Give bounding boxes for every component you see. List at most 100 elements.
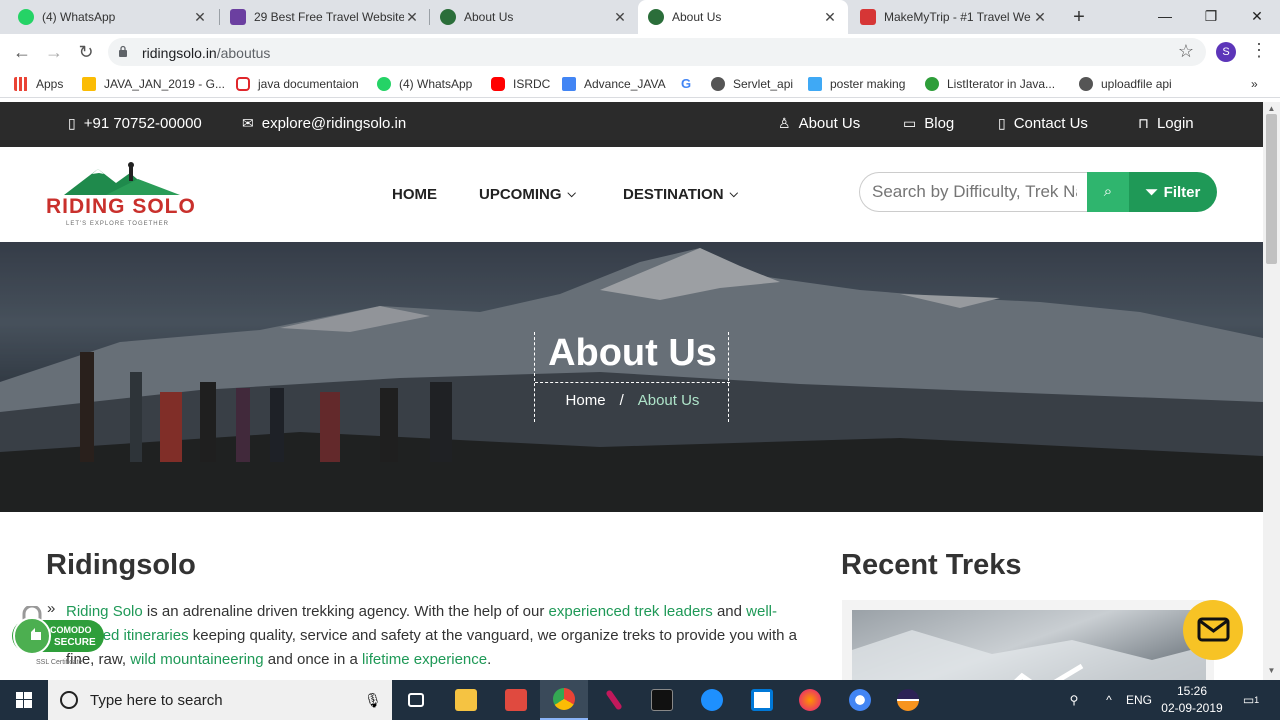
phone-contact[interactable]: ▯ +91 70752-00000 — [68, 115, 202, 132]
action-center-button[interactable]: ▭ 1 — [1236, 680, 1266, 720]
scroll-thumb[interactable] — [1266, 114, 1277, 264]
close-icon[interactable]: ✕ — [1032, 9, 1048, 26]
new-tab-button[interactable]: + — [1068, 6, 1090, 28]
comodo-brand: COMODO — [50, 625, 92, 635]
bookmark-java-jan[interactable]: JAVA_JAN_2019 - G... — [82, 76, 225, 92]
notification-count: 1 — [1254, 695, 1260, 705]
scroll-up-arrow-icon[interactable]: ▲ — [1263, 104, 1280, 113]
logo-tagline: LET'S EXPLORE TOGETHER — [66, 221, 169, 227]
tab-makemytrip[interactable]: MakeMyTrip - #1 Travel We ✕ — [850, 0, 1058, 34]
tab-about-us-1[interactable]: About Us ✕ — [430, 0, 638, 34]
minimize-button[interactable]: — — [1142, 0, 1188, 34]
bookmark-apps[interactable]: Apps — [14, 76, 63, 92]
link-lifetime-experience[interactable]: lifetime experience — [362, 651, 487, 668]
bookmark-star-icon[interactable]: ☆ — [1178, 41, 1194, 62]
store-bag-icon — [751, 689, 773, 711]
bookmark-google[interactable]: G — [679, 76, 701, 92]
people-icon[interactable]: ⚲ — [1062, 680, 1086, 720]
tab-whatsapp[interactable]: (4) WhatsApp ✕ — [8, 0, 218, 34]
url-path: /aboutus — [216, 45, 271, 61]
forward-button[interactable]: → — [42, 40, 66, 64]
restore-button[interactable]: ❐ — [1188, 0, 1234, 34]
chevron-up-icon[interactable]: ^ — [1098, 680, 1120, 720]
page-scrollbar[interactable]: ▲ ▼ — [1263, 102, 1280, 680]
bookmark-java-doc[interactable]: java documentaion — [236, 76, 359, 92]
bookmark-servlet[interactable]: Servlet_api — [711, 76, 793, 92]
web-page: ▯ +91 70752-00000 ✉ explore@ridingsolo.i… — [0, 102, 1263, 680]
scroll-down-arrow-icon[interactable]: ▼ — [1263, 666, 1280, 675]
taskbar-app-pen[interactable] — [590, 680, 638, 720]
chevron-down-icon: ⌵ — [567, 188, 576, 200]
close-icon[interactable]: ✕ — [612, 9, 628, 26]
search-button[interactable]: ⌕ — [1087, 172, 1129, 212]
browser-menu-icon[interactable]: ⋮ — [1250, 40, 1268, 61]
chromium-button[interactable] — [836, 680, 884, 720]
bookmark-isrdc[interactable]: ISRDC — [491, 76, 550, 92]
bookmark-uploadfile[interactable]: uploadfile api — [1079, 76, 1172, 92]
email-contact[interactable]: ✉ explore@ridingsolo.in — [242, 115, 406, 132]
bookmark-advance-java[interactable]: Advance_JAVA — [562, 76, 666, 92]
comodo-ssl-badge[interactable]: SSL Certificate COMODO SECURE — [12, 604, 108, 674]
tab-colorlib[interactable]: 29 Best Free Travel Website ✕ — [220, 0, 430, 34]
para-text: and — [712, 603, 747, 620]
terminal-icon — [651, 689, 673, 711]
task-view-button[interactable] — [392, 680, 440, 720]
file-explorer-button[interactable] — [442, 680, 490, 720]
ridingsolo-icon — [440, 9, 456, 25]
bookmarks-overflow-icon[interactable]: » — [1251, 76, 1258, 92]
ie-button[interactable] — [688, 680, 736, 720]
topbar-contact-link[interactable]: ▯ Contact Us — [998, 115, 1088, 132]
language-indicator[interactable]: ENG — [1124, 680, 1154, 720]
store-button[interactable] — [738, 680, 786, 720]
chrome-taskbar-button[interactable] — [540, 680, 588, 720]
user-icon: ♙ — [778, 115, 791, 131]
tab-title: About Us — [464, 10, 514, 24]
tab-about-us-active[interactable]: About Us ✕ — [638, 0, 848, 34]
site-logo[interactable]: RIDING SOLO LET'S EXPLORE TOGETHER — [46, 161, 198, 229]
site-topbar: ▯ +91 70752-00000 ✉ explore@ridingsolo.i… — [0, 102, 1263, 147]
bookmark-poster[interactable]: poster making — [808, 76, 905, 92]
trek-search-input[interactable] — [859, 172, 1089, 212]
microphone-icon[interactable]: 🎙 — [364, 692, 382, 709]
topbar-about-link[interactable]: ♙ About Us — [778, 115, 860, 132]
terminal-button[interactable] — [638, 680, 686, 720]
recent-treks-heading: Recent Treks — [841, 549, 1022, 581]
chat-mail-button[interactable] — [1183, 600, 1243, 660]
google-drive-icon — [562, 77, 576, 91]
recent-trek-card[interactable] — [842, 600, 1214, 680]
topbar-login-link[interactable]: ⊓ Login — [1138, 115, 1194, 132]
taskbar-search-box[interactable]: Type here to search 🎙 — [48, 680, 392, 720]
url-host: ridingsolo.in — [142, 45, 217, 61]
profile-avatar[interactable]: S — [1216, 42, 1236, 62]
close-icon[interactable]: ✕ — [822, 9, 838, 26]
link-wild-mountaineering[interactable]: wild mountaineering — [130, 651, 263, 668]
filter-button[interactable]: ⏷ Filter — [1129, 172, 1217, 212]
bookmark-listiterator[interactable]: ListIterator in Java... — [925, 76, 1055, 92]
topbar-blog-link[interactable]: ▭ Blog — [903, 115, 954, 132]
back-button[interactable]: ← — [10, 40, 34, 64]
globe-icon — [711, 77, 725, 91]
close-window-button[interactable]: ✕ — [1234, 0, 1280, 34]
address-bar[interactable]: ridingsolo.in/aboutus ☆ — [108, 38, 1206, 66]
nav-upcoming[interactable]: UPCOMING ⌵ — [479, 186, 576, 203]
eclipse-button[interactable] — [884, 680, 932, 720]
google-drive-icon — [82, 77, 96, 91]
close-icon[interactable]: ✕ — [192, 9, 208, 26]
taskbar-clock[interactable]: 15:26 02-09-2019 — [1160, 683, 1224, 717]
nav-label: HOME — [392, 186, 437, 203]
close-icon[interactable]: ✕ — [404, 9, 420, 26]
firefox-button[interactable] — [786, 680, 834, 720]
bookmark-label: Apps — [36, 77, 64, 91]
breadcrumb-home-link[interactable]: Home — [566, 392, 606, 409]
taskbar-app-red[interactable] — [492, 680, 540, 720]
whatsapp-icon — [377, 77, 391, 91]
bookmark-whatsapp[interactable]: (4) WhatsApp — [377, 76, 472, 92]
nav-home[interactable]: HOME — [392, 186, 437, 203]
link-trek-leaders[interactable]: experienced trek leaders — [549, 603, 713, 620]
browser-toolbar: ← → ↻ ridingsolo.in/aboutus ☆ S ⋮ — [0, 34, 1280, 70]
pen-icon — [605, 689, 623, 711]
start-button[interactable] — [0, 680, 48, 720]
app-icon — [505, 689, 527, 711]
reload-button[interactable]: ↻ — [74, 40, 98, 64]
nav-destination[interactable]: DESTINATION ⌵ — [623, 186, 738, 203]
